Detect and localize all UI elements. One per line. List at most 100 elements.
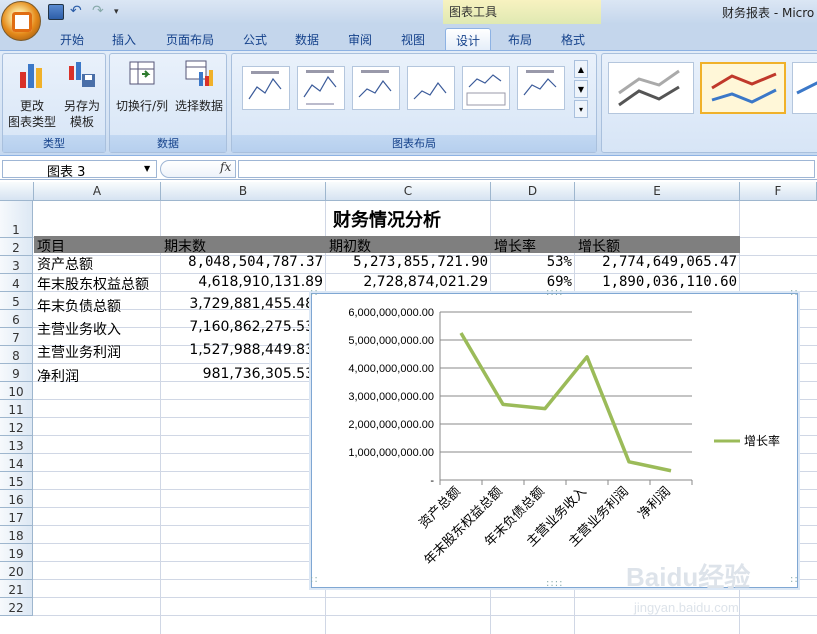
insert-function-icon[interactable]: fx bbox=[220, 160, 231, 174]
column-header-c[interactable]: C bbox=[326, 182, 491, 201]
row-header-18[interactable]: 18 bbox=[0, 526, 33, 544]
column-header-d[interactable]: D bbox=[491, 182, 575, 201]
resize-handle-top-left[interactable]: :: bbox=[310, 288, 319, 298]
switch-row-column-button[interactable]: 切换行/列 bbox=[114, 58, 170, 114]
tab-page-layout[interactable]: 页面布局 bbox=[158, 28, 222, 50]
row-header-5[interactable]: 5 bbox=[0, 292, 33, 310]
row-header-2[interactable]: 2 bbox=[0, 238, 33, 256]
row-header-22[interactable]: 22 bbox=[0, 598, 33, 616]
tab-layout[interactable]: 布局 bbox=[500, 28, 540, 50]
tab-review[interactable]: 审阅 bbox=[340, 28, 380, 50]
row-header-19[interactable]: 19 bbox=[0, 544, 33, 562]
select-data-button[interactable]: 选择数据 bbox=[172, 58, 226, 114]
save-template-label-2: 模板 bbox=[69, 115, 94, 129]
y-tick-label: 5,000,000,000.00 bbox=[348, 335, 434, 347]
change-chart-type-button[interactable]: 更改 图表类型 bbox=[7, 58, 57, 130]
row-header-16[interactable]: 16 bbox=[0, 490, 33, 508]
row-header-6[interactable]: 6 bbox=[0, 310, 33, 328]
chart-layout-1[interactable] bbox=[242, 66, 290, 110]
row-header-11[interactable]: 11 bbox=[0, 400, 33, 418]
tab-home[interactable]: 开始 bbox=[52, 28, 92, 50]
cell-item[interactable]: 主营业务利润 bbox=[37, 342, 121, 362]
row-header-15[interactable]: 15 bbox=[0, 472, 33, 490]
cell-item[interactable]: 主营业务收入 bbox=[37, 319, 121, 339]
ribbon: 更改 图表类型 另存为 模板 类型 切换行/列 选择数据 数据 ▲ ▼ ▾ 图表… bbox=[0, 50, 817, 156]
cell-item[interactable]: 净利润 bbox=[37, 366, 79, 386]
cell-delta[interactable]: 2,774,649,065.47 bbox=[602, 254, 737, 270]
layout-scroll-up-icon[interactable]: ▲ bbox=[574, 60, 588, 78]
cell-item[interactable]: 资产总额 bbox=[37, 254, 93, 274]
save-as-template-button[interactable]: 另存为 模板 bbox=[59, 58, 105, 130]
name-box[interactable]: 图表 3 bbox=[2, 160, 157, 180]
style-3-icon bbox=[796, 81, 817, 95]
chart-layout-4[interactable] bbox=[407, 66, 455, 110]
chart-layout-6[interactable] bbox=[517, 66, 565, 110]
chart-layout-5[interactable] bbox=[462, 66, 510, 110]
column-header-e[interactable]: E bbox=[575, 182, 740, 201]
save-icon[interactable] bbox=[48, 4, 64, 20]
row-header-17[interactable]: 17 bbox=[0, 508, 33, 526]
row-header-4[interactable]: 4 bbox=[0, 274, 33, 292]
layout-6-icon bbox=[523, 70, 557, 96]
row-header-7[interactable]: 7 bbox=[0, 328, 33, 346]
name-box-dropdown-icon[interactable]: ▼ bbox=[144, 164, 150, 173]
tab-view[interactable]: 视图 bbox=[393, 28, 433, 50]
tab-data[interactable]: 数据 bbox=[287, 28, 327, 50]
tab-format[interactable]: 格式 bbox=[553, 28, 593, 50]
table-header-row bbox=[34, 236, 740, 253]
cell-begin[interactable]: 2,728,874,021.29 bbox=[363, 274, 488, 290]
window-title: 财务报表 - Micro bbox=[722, 6, 815, 20]
row-header-20[interactable]: 20 bbox=[0, 562, 33, 580]
tab-design[interactable]: 设计 bbox=[445, 28, 491, 50]
layout-scroll-down-icon[interactable]: ▼ bbox=[574, 80, 588, 98]
chart-style-2[interactable] bbox=[700, 62, 786, 114]
cell-item[interactable]: 年末股东权益总额 bbox=[37, 274, 149, 294]
header-begin[interactable]: 期初数 bbox=[329, 236, 371, 256]
row-header-1[interactable]: 1 bbox=[0, 201, 33, 238]
row-header-12[interactable]: 12 bbox=[0, 418, 33, 436]
row-header-10[interactable]: 10 bbox=[0, 382, 33, 400]
column-header-a[interactable]: A bbox=[34, 182, 161, 201]
cell-delta[interactable]: 1,890,036,110.60 bbox=[602, 274, 737, 290]
redo-icon[interactable]: ↷ bbox=[92, 4, 108, 20]
layout-more-icon[interactable]: ▾ bbox=[574, 100, 588, 118]
row-header-21[interactable]: 21 bbox=[0, 580, 33, 598]
layout-2-icon bbox=[303, 70, 337, 105]
change-type-label-1: 更改 bbox=[19, 99, 44, 113]
header-item[interactable]: 项目 bbox=[37, 236, 65, 256]
chart-style-3[interactable] bbox=[792, 62, 817, 114]
select-all-corner[interactable] bbox=[0, 182, 34, 201]
chart-layout-2[interactable] bbox=[297, 66, 345, 110]
column-header-f[interactable]: F bbox=[740, 182, 817, 201]
cell-begin[interactable]: 5,273,855,721.90 bbox=[353, 254, 488, 270]
cell-rate[interactable]: 53% bbox=[547, 254, 572, 270]
row-header-13[interactable]: 13 bbox=[0, 436, 33, 454]
header-rate[interactable]: 增长率 bbox=[494, 236, 536, 256]
chart-layout-3[interactable] bbox=[352, 66, 400, 110]
cell-rate[interactable]: 69% bbox=[547, 274, 572, 290]
column-header-b[interactable]: B bbox=[161, 182, 326, 201]
tab-insert[interactable]: 插入 bbox=[104, 28, 144, 50]
resize-handle-top[interactable]: :::: bbox=[546, 288, 563, 298]
customize-qat-icon[interactable]: ▾ bbox=[114, 4, 130, 20]
header-end[interactable]: 期末数 bbox=[164, 236, 206, 256]
resize-handle-top-right[interactable]: :: bbox=[790, 288, 799, 298]
resize-handle-bottom[interactable]: :::: bbox=[546, 579, 563, 589]
cell-end[interactable]: 4,618,910,131.89 bbox=[198, 274, 323, 290]
resize-handle-bottom-left[interactable]: :: bbox=[310, 575, 319, 585]
header-delta[interactable]: 增长额 bbox=[578, 236, 620, 256]
undo-icon[interactable]: ↶ bbox=[70, 4, 86, 20]
row-header-8[interactable]: 8 bbox=[0, 346, 33, 364]
group-chart-layouts-label: 图表布局 bbox=[232, 135, 596, 152]
office-button[interactable] bbox=[1, 1, 41, 41]
row-header-3[interactable]: 3 bbox=[0, 256, 33, 274]
row-header-9[interactable]: 9 bbox=[0, 364, 33, 382]
group-data: 切换行/列 选择数据 数据 bbox=[109, 53, 227, 153]
row-header-14[interactable]: 14 bbox=[0, 454, 33, 472]
chart-style-1[interactable] bbox=[608, 62, 694, 114]
chart-object[interactable]: :: :::: :: :: :::: :: -1,000,000,000.00 2… bbox=[310, 288, 799, 589]
tab-formulas[interactable]: 公式 bbox=[235, 28, 275, 50]
cell-end[interactable]: 8,048,504,787.37 bbox=[188, 254, 323, 270]
formula-input[interactable] bbox=[238, 160, 815, 178]
cell-item[interactable]: 年末负债总额 bbox=[37, 296, 121, 316]
